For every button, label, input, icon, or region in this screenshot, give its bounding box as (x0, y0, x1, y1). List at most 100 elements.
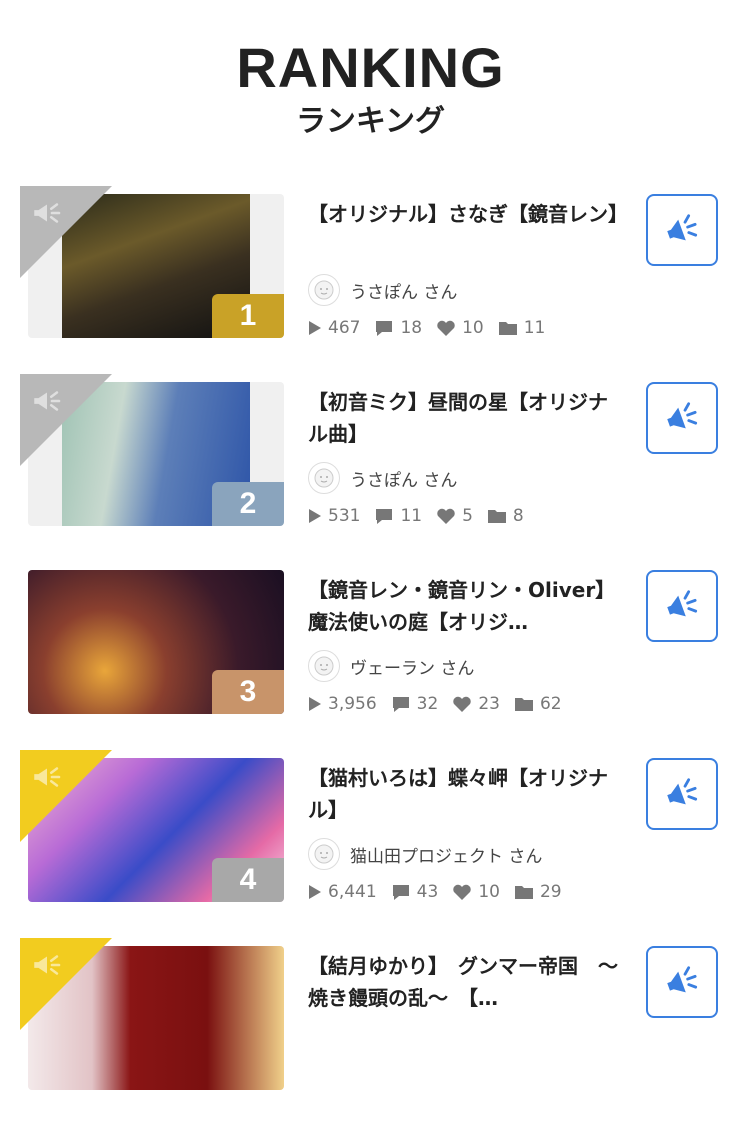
avatar (308, 274, 340, 306)
user-row[interactable]: うさぽん さん (308, 274, 626, 306)
comment-icon (392, 697, 409, 712)
folder-icon (498, 322, 517, 335)
like-count-value: 10 (462, 318, 484, 338)
ranking-item[interactable]: 1 【オリジナル】さなぎ【鏡音レン】 うさぽん さん 467 18 10 11 (0, 186, 741, 374)
user-row[interactable]: うさぽん さん (308, 462, 626, 494)
rank-badge: 3 (212, 670, 284, 714)
comment-count-value: 11 (400, 506, 423, 526)
user-avatar-icon (314, 844, 334, 864)
heart-icon (437, 508, 455, 524)
ranking-item[interactable]: 2 【初音ミク】昼間の星【オリジナル曲】 うさぽん さん 531 11 5 8 (0, 374, 741, 562)
play-count-value: 531 (328, 506, 361, 526)
rank-badge: 4 (212, 858, 284, 902)
video-thumbnail[interactable]: 3 (28, 570, 284, 714)
megaphone-icon (667, 778, 698, 805)
play-count-value: 467 (328, 318, 361, 338)
mylist-count-value: 29 (539, 882, 562, 902)
like-count-value: 10 (478, 882, 500, 902)
rank-badge: 1 (212, 294, 284, 338)
user-name[interactable]: うさぽん さん (350, 466, 457, 491)
like-count-value: 5 (462, 506, 473, 526)
megaphone-icon (34, 391, 61, 411)
item-info: 【猫村いろは】蝶々岬【オリジナル】 猫山田プロジェクト さん 6,441 43 … (308, 762, 626, 902)
ranking-item[interactable]: 【結月ゆかり】 グンマー帝国 ～焼き饅頭の乱～ 【… (0, 938, 741, 1126)
user-name[interactable]: ヴェーラン さん (350, 654, 474, 679)
megaphone-icon (667, 214, 698, 241)
megaphone-icon (34, 767, 61, 787)
folder-icon (514, 886, 533, 899)
user-row[interactable]: 猫山田プロジェクト さん (308, 838, 626, 870)
heart-icon (453, 884, 472, 900)
user-row[interactable]: ヴェーラン さん (308, 650, 626, 682)
play-count-value: 3,956 (328, 694, 377, 714)
stats-row: 531 11 5 8 (308, 506, 626, 526)
mylist-count-value: 11 (523, 318, 546, 338)
heart-icon (453, 696, 472, 712)
promote-button[interactable] (646, 382, 718, 454)
mylist-count: 29 (514, 882, 562, 902)
folder-icon (514, 698, 533, 711)
mylist-count: 11 (498, 318, 546, 338)
like-count: 10 (436, 318, 484, 338)
ranking-item[interactable]: 3 【鏡音レン・鏡音リン・Oliver】魔法使いの庭【オリジ… ヴェーラン さん (0, 562, 741, 750)
mylist-count-value: 62 (539, 694, 562, 714)
play-icon (309, 509, 321, 523)
item-info: 【オリジナル】さなぎ【鏡音レン】 うさぽん さん 467 18 10 11 (308, 198, 626, 338)
avatar (308, 838, 340, 870)
like-count: 10 (452, 882, 500, 902)
promote-button[interactable] (646, 946, 718, 1018)
megaphone-icon (34, 955, 61, 975)
page-subtitle: ランキング (295, 104, 446, 139)
item-info: 【結月ゆかり】 グンマー帝国 ～焼き饅頭の乱～ 【… (308, 950, 626, 1014)
stats-row: 467 18 10 11 (308, 318, 626, 338)
user-name[interactable]: 猫山田プロジェクト さん (350, 842, 542, 867)
song-title[interactable]: 【初音ミク】昼間の星【オリジナル曲】 (308, 386, 626, 450)
comment-count-value: 32 (416, 694, 439, 714)
megaphone-icon (34, 203, 61, 223)
promote-button[interactable] (646, 194, 718, 266)
comment-count: 18 (374, 318, 422, 338)
avatar (308, 462, 340, 494)
heart-icon (437, 320, 455, 336)
stats-row: 3,956 32 23 62 (308, 694, 626, 714)
page-header: RANKING ランキング (0, 0, 741, 142)
comment-count-value: 18 (400, 318, 423, 338)
ranking-list: 1 【オリジナル】さなぎ【鏡音レン】 うさぽん さん 467 18 10 11 … (0, 186, 741, 1126)
play-count-value: 6,441 (328, 882, 377, 902)
user-avatar-icon (314, 656, 334, 676)
play-icon (309, 697, 321, 711)
play-count: 6,441 (308, 882, 377, 902)
play-count: 531 (308, 506, 360, 526)
promote-button[interactable] (646, 570, 718, 642)
user-avatar-icon (314, 280, 334, 300)
song-title[interactable]: 【鏡音レン・鏡音リン・Oliver】魔法使いの庭【オリジ… (308, 574, 626, 638)
stats-row: 6,441 43 10 29 (308, 882, 626, 902)
comment-icon (376, 509, 393, 524)
ranking-item[interactable]: 4 【猫村いろは】蝶々岬【オリジナル】 猫山田プロジェクト さん 6,441 4… (0, 750, 741, 938)
song-title[interactable]: 【結月ゆかり】 グンマー帝国 ～焼き饅頭の乱～ 【… (308, 950, 626, 1014)
avatar (308, 650, 340, 682)
megaphone-icon (667, 590, 698, 617)
user-name[interactable]: うさぽん さん (350, 278, 457, 303)
comment-icon (392, 885, 409, 900)
folder-icon (487, 510, 506, 523)
megaphone-icon (667, 402, 698, 429)
comment-count: 32 (391, 694, 439, 714)
page-title: RANKING (236, 36, 505, 99)
like-count-value: 23 (478, 694, 500, 714)
comment-count-value: 43 (416, 882, 439, 902)
song-title[interactable]: 【猫村いろは】蝶々岬【オリジナル】 (308, 762, 626, 826)
mylist-count: 62 (514, 694, 562, 714)
promote-button[interactable] (646, 758, 718, 830)
song-title[interactable]: 【オリジナル】さなぎ【鏡音レン】 (308, 198, 626, 262)
play-count: 467 (308, 318, 360, 338)
rank-badge: 2 (212, 482, 284, 526)
mylist-count-value: 8 (512, 506, 524, 526)
item-info: 【初音ミク】昼間の星【オリジナル曲】 うさぽん さん 531 11 5 8 (308, 386, 626, 526)
like-count: 23 (452, 694, 500, 714)
comment-count: 11 (374, 506, 422, 526)
user-avatar-icon (314, 468, 334, 488)
play-icon (309, 321, 321, 335)
megaphone-icon (667, 966, 698, 993)
item-info: 【鏡音レン・鏡音リン・Oliver】魔法使いの庭【オリジ… ヴェーラン さん 3… (308, 574, 626, 714)
